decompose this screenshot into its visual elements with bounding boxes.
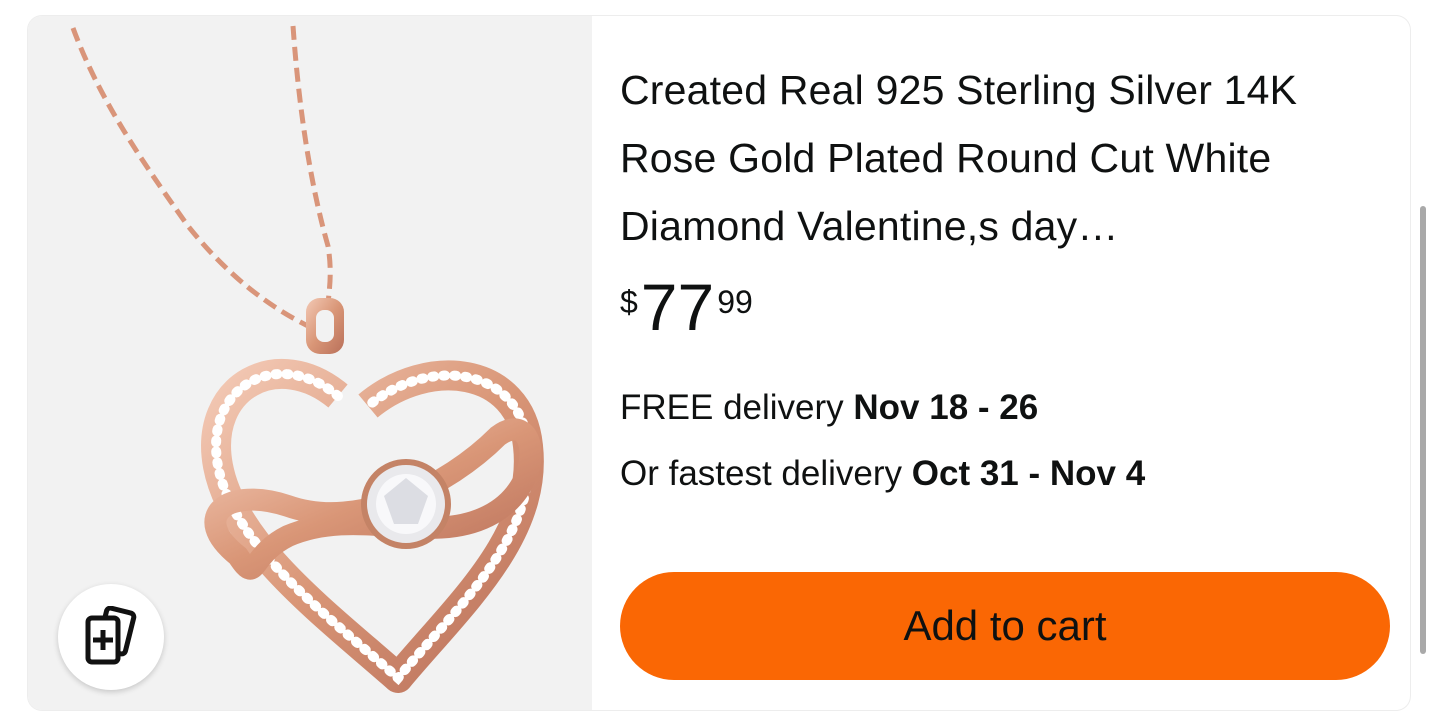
add-to-cart-label: Add to cart <box>903 602 1107 649</box>
free-delivery-text: FREE delivery Nov 18 - 26 <box>620 388 1038 428</box>
product-image[interactable] <box>28 16 592 710</box>
free-delivery-label: FREE delivery <box>620 388 854 427</box>
product-card[interactable]: Created Real 925 Sterling Silver 14K Ros… <box>28 16 1410 710</box>
product-title[interactable]: Created Real 925 Sterling Silver 14K Ros… <box>620 56 1360 260</box>
price-currency-symbol: $ <box>620 284 638 320</box>
page-scrollbar[interactable] <box>1420 206 1426 654</box>
add-to-compare-icon <box>85 606 137 665</box>
price-fraction: 99 <box>717 284 753 320</box>
fastest-delivery-label: Or fastest delivery <box>620 454 912 493</box>
product-price: $ 77 99 <box>620 274 753 340</box>
free-delivery-dates: Nov 18 - 26 <box>853 388 1039 427</box>
add-to-cart-button[interactable]: Add to cart <box>620 572 1390 680</box>
add-to-compare-button[interactable] <box>58 584 164 690</box>
product-details: Created Real 925 Sterling Silver 14K Ros… <box>620 16 1400 710</box>
price-whole: 77 <box>640 270 715 344</box>
fastest-delivery-dates: Oct 31 - Nov 4 <box>911 454 1146 493</box>
fastest-delivery-text: Or fastest delivery Oct 31 - Nov 4 <box>620 454 1145 494</box>
